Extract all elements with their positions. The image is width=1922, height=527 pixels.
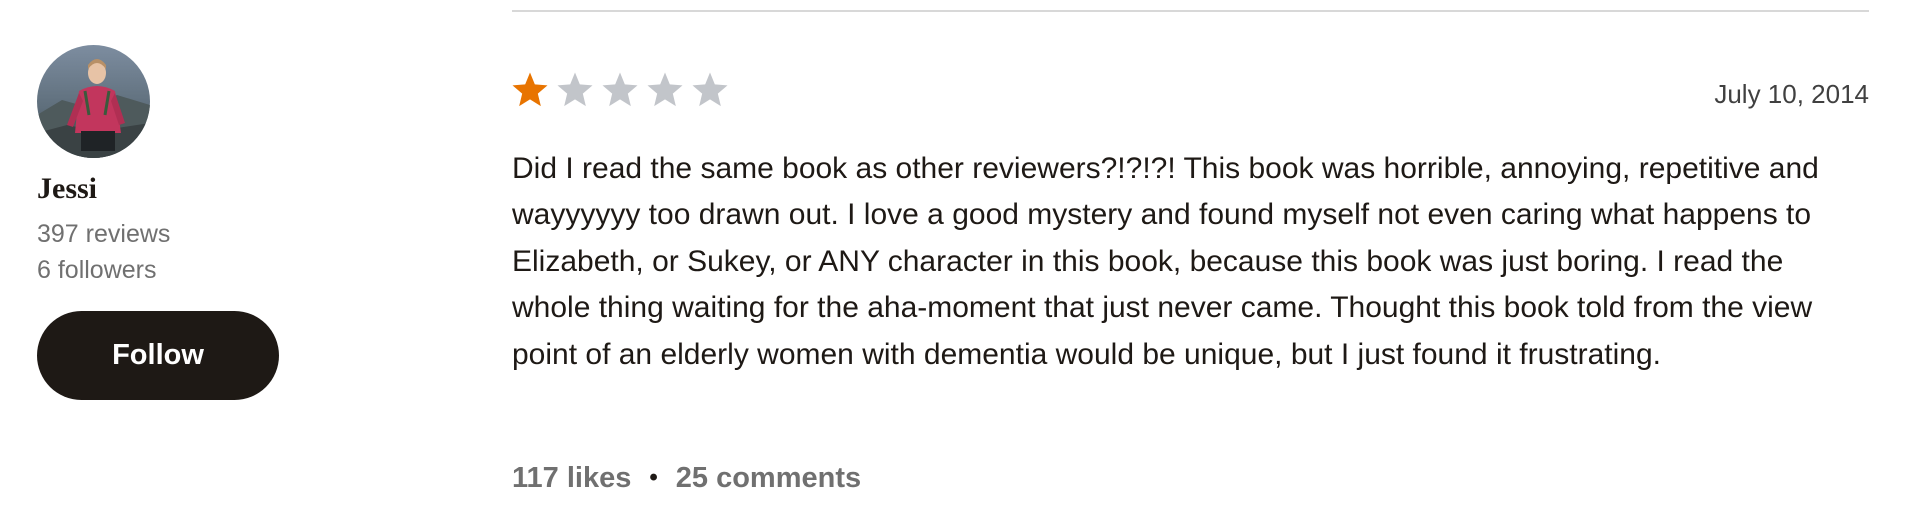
likes-link[interactable]: 117 likes bbox=[512, 460, 631, 496]
star-rating bbox=[510, 70, 730, 110]
separator-dot: • bbox=[649, 464, 658, 491]
reviewer-follower-count: 6 followers bbox=[37, 256, 157, 284]
star-icon-1 bbox=[510, 70, 550, 110]
reviewer-review-count: 397 reviews bbox=[37, 220, 171, 248]
star-icon-5 bbox=[690, 70, 730, 110]
review-social-stats: 117 likes • 25 comments bbox=[512, 460, 861, 496]
reviewer-name[interactable]: Jessi bbox=[37, 172, 287, 206]
avatar[interactable] bbox=[37, 45, 150, 158]
comments-link[interactable]: 25 comments bbox=[676, 460, 861, 496]
review-text: Did I read the same book as other review… bbox=[512, 152, 1819, 371]
reviewer-panel: Jessi 397 reviews 6 followers Follow bbox=[37, 45, 287, 400]
top-divider bbox=[512, 10, 1869, 12]
avatar-photo bbox=[37, 45, 150, 158]
star-icon-2 bbox=[555, 70, 595, 110]
star-icon-3 bbox=[600, 70, 640, 110]
star-icon-4 bbox=[645, 70, 685, 110]
follow-button[interactable]: Follow bbox=[37, 311, 279, 400]
review-date[interactable]: July 10, 2014 bbox=[1714, 78, 1869, 110]
